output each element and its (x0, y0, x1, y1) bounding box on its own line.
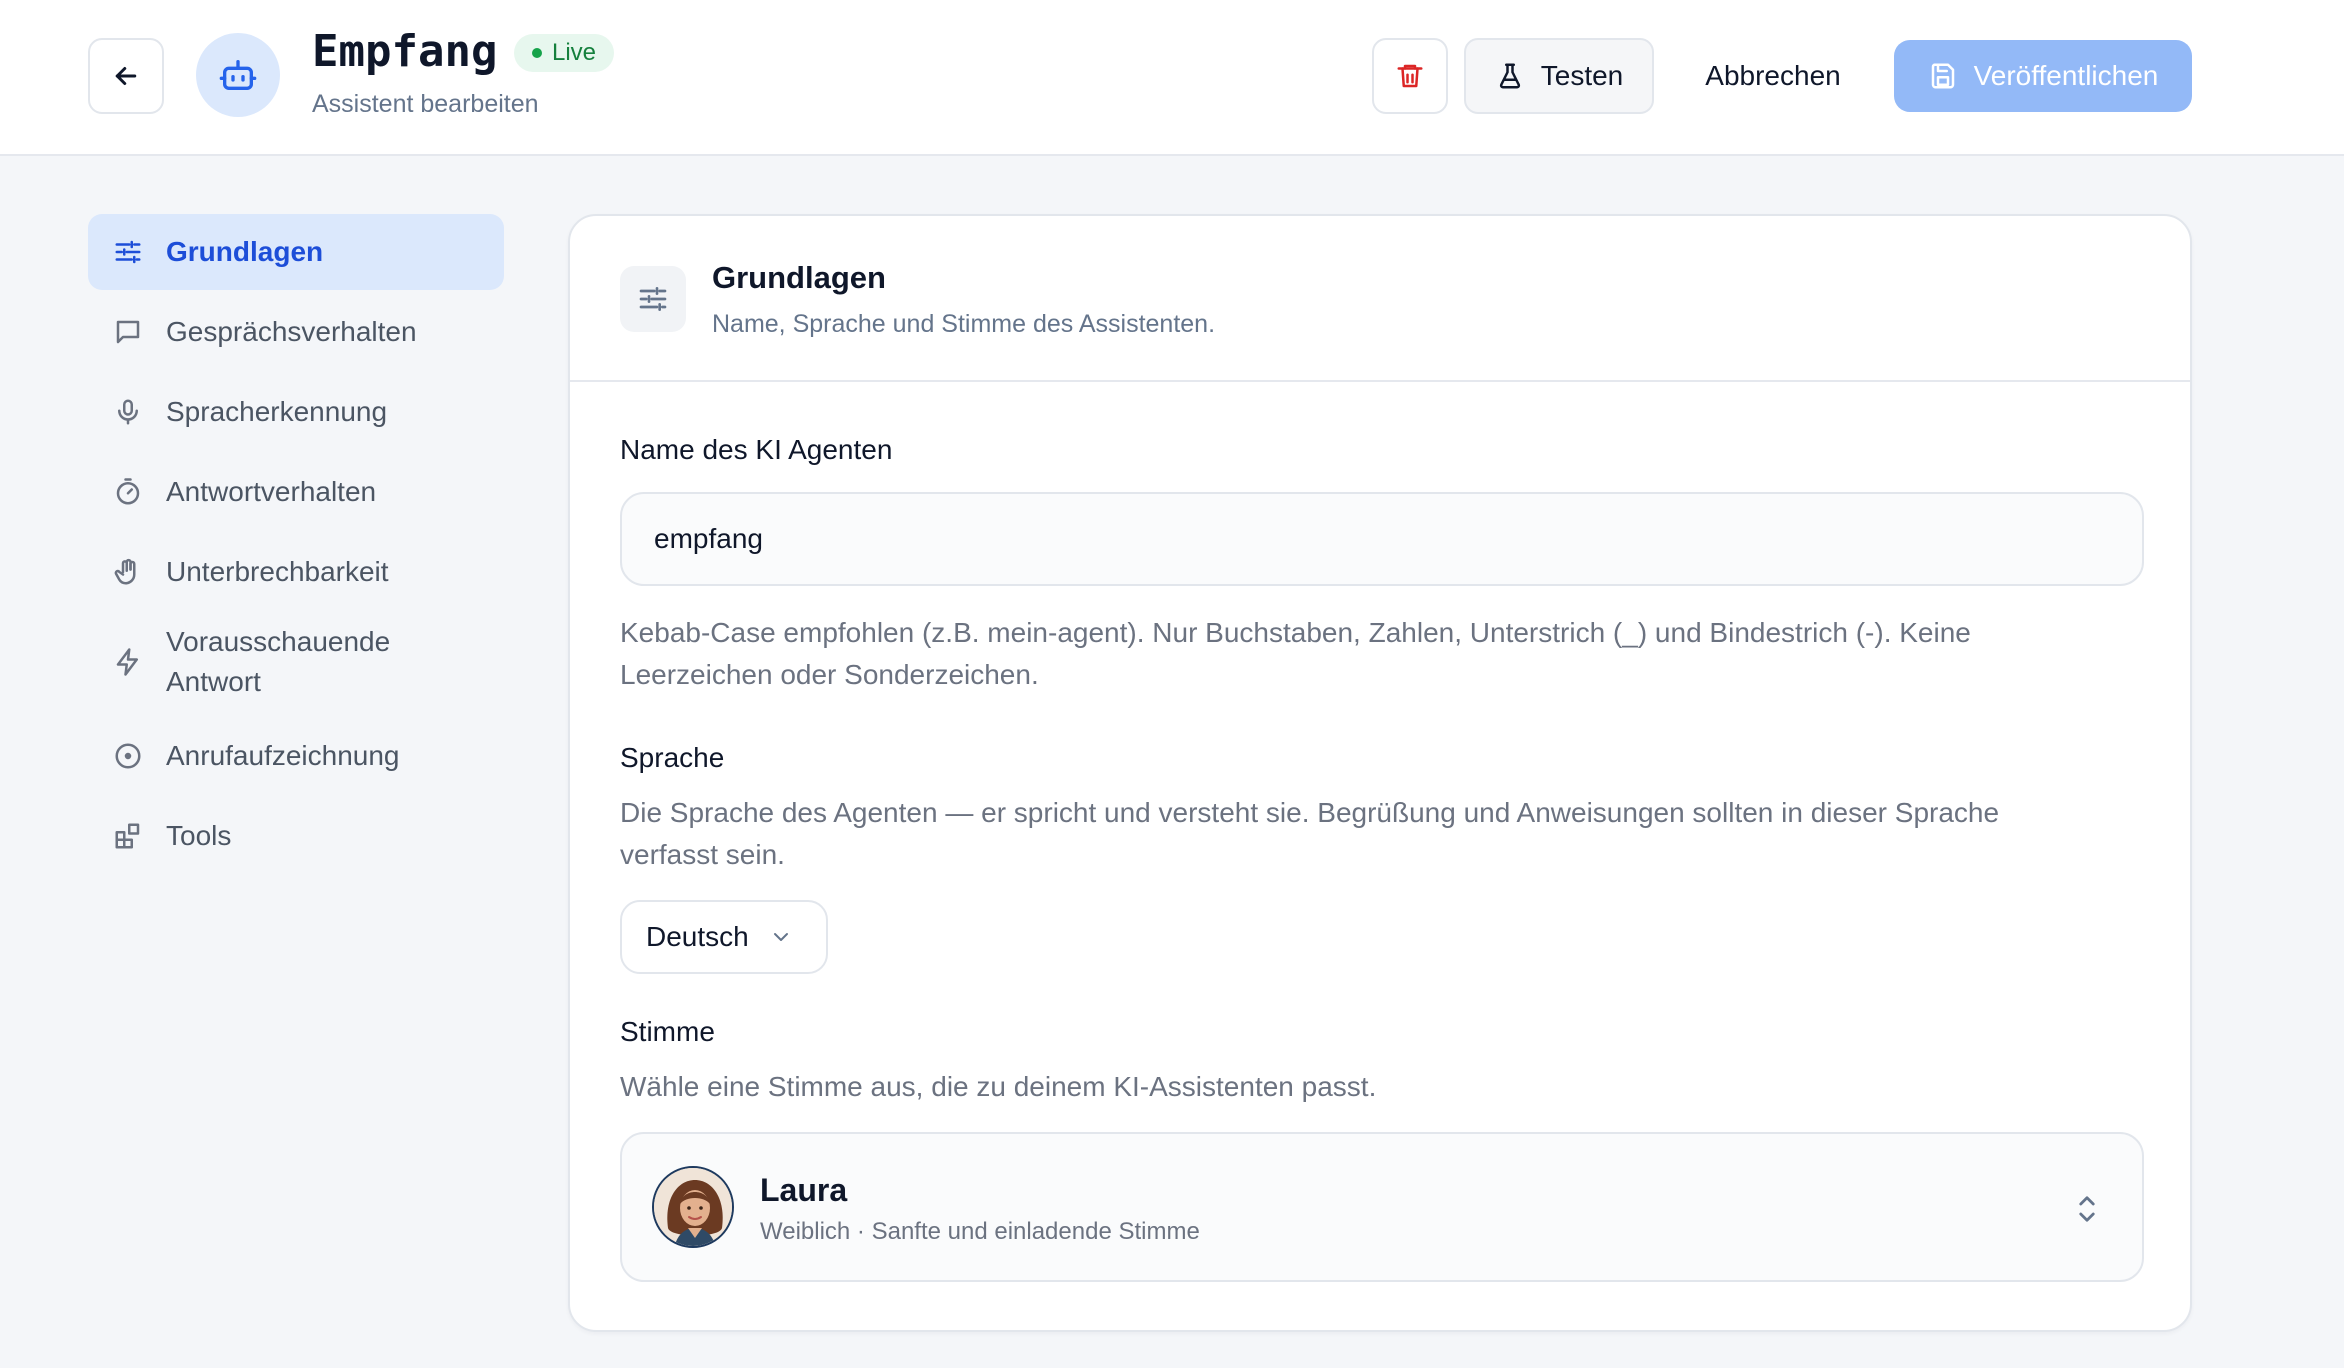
publish-button-label: Veröffentlichen (1973, 60, 2159, 91)
sidebar-item-tools[interactable]: Tools (88, 798, 504, 874)
card-subtitle: Name, Sprache und Stimme des Assistenten… (712, 310, 1216, 338)
name-field-label: Name des KI Agenten (620, 434, 893, 465)
arrow-left-icon (115, 67, 137, 85)
sidebar-item-label: Tools (166, 820, 232, 851)
save-icon (1931, 63, 1954, 89)
language-field-help: Die Sprache des Agenten — er spricht und… (620, 797, 2000, 870)
voice-description: Weiblich · Sanfte und einladende Stimme (760, 1218, 1200, 1245)
status-label: Live (552, 39, 597, 66)
voice-name: Laura (760, 1172, 848, 1208)
page-title: Empfang (312, 26, 498, 77)
sidebar-item-label: Unterbrechbarkeit (166, 556, 389, 587)
sidebar-item-vorausschauende-antwort[interactable]: Vorausschauende Antwort (88, 614, 504, 710)
sidebar-item-anrufaufzeichnung[interactable]: Anrufaufzeichnung (88, 718, 504, 794)
trash-icon (1397, 64, 1423, 88)
test-button-label: Testen (1540, 60, 1624, 91)
voice-select[interactable]: Laura Weiblich · Sanfte und einladende S… (620, 1132, 2144, 1282)
blocks-icon (112, 820, 144, 852)
bot-icon (219, 60, 257, 91)
sidebar-item-spracherkennung[interactable]: Spracherkennung (88, 374, 504, 450)
settings-card: Grundlagen Name, Sprache und Stimme des … (568, 214, 2192, 1332)
language-select[interactable]: Deutsch (620, 900, 828, 974)
microphone-icon (112, 396, 144, 428)
cancel-button[interactable]: Abbrechen (1680, 38, 1866, 114)
sidebar-item-grundlagen[interactable]: Grundlagen (88, 214, 504, 290)
chevron-down-icon (773, 933, 788, 941)
name-field-help: Kebab-Case empfohlen (z.B. mein-agent). … (620, 617, 1971, 690)
top-bar: Empfang Live Assistent bearbeiten Testen… (0, 0, 2344, 156)
live-dot-icon (532, 48, 542, 58)
status-badge: Live (514, 34, 615, 72)
flask-icon (1499, 63, 1520, 89)
language-field-label: Sprache (620, 742, 725, 773)
page-subtitle: Assistent bearbeiten (312, 90, 539, 118)
sidebar-item-unterbrechbarkeit[interactable]: Unterbrechbarkeit (88, 534, 504, 610)
agent-name-input[interactable] (620, 492, 2144, 586)
lightning-icon (112, 646, 144, 678)
sidebar-item-antwortverhalten[interactable]: Antwortverhalten (88, 454, 504, 530)
chat-icon (112, 316, 144, 348)
voice-field-help: Wähle eine Stimme aus, die zu deinem KI-… (620, 1071, 1377, 1102)
publish-button[interactable]: Veröffentlichen (1894, 40, 2192, 112)
delete-button[interactable] (1372, 38, 1448, 114)
settings-sidebar: Grundlagen Gesprächsverhalten Spracherke… (88, 214, 504, 878)
back-button[interactable] (88, 38, 164, 114)
hand-icon (112, 556, 144, 588)
record-icon (112, 740, 144, 772)
sidebar-item-label: Vorausschauende Antwort (166, 626, 391, 697)
timer-icon (112, 476, 144, 508)
sidebar-item-label: Antwortverhalten (166, 476, 377, 507)
voice-avatar (652, 1166, 734, 1248)
language-select-value: Deutsch (646, 921, 749, 952)
sliders-icon (112, 236, 144, 268)
sidebar-item-gespraechsverhalten[interactable]: Gesprächsverhalten (88, 294, 504, 370)
chevron-up-down-icon (2079, 1196, 2095, 1222)
card-title: Grundlagen (712, 260, 886, 295)
sidebar-item-label: Spracherkennung (166, 396, 388, 427)
sliders-icon (620, 266, 686, 332)
sidebar-item-label: Anrufaufzeichnung (166, 740, 400, 771)
card-header: Grundlagen Name, Sprache und Stimme des … (570, 216, 2190, 382)
sidebar-item-label: Gesprächsverhalten (166, 316, 417, 347)
sidebar-item-label: Grundlagen (166, 236, 324, 267)
voice-field-label: Stimme (620, 1016, 715, 1047)
test-button[interactable]: Testen (1464, 38, 1654, 114)
bot-avatar (196, 33, 280, 117)
